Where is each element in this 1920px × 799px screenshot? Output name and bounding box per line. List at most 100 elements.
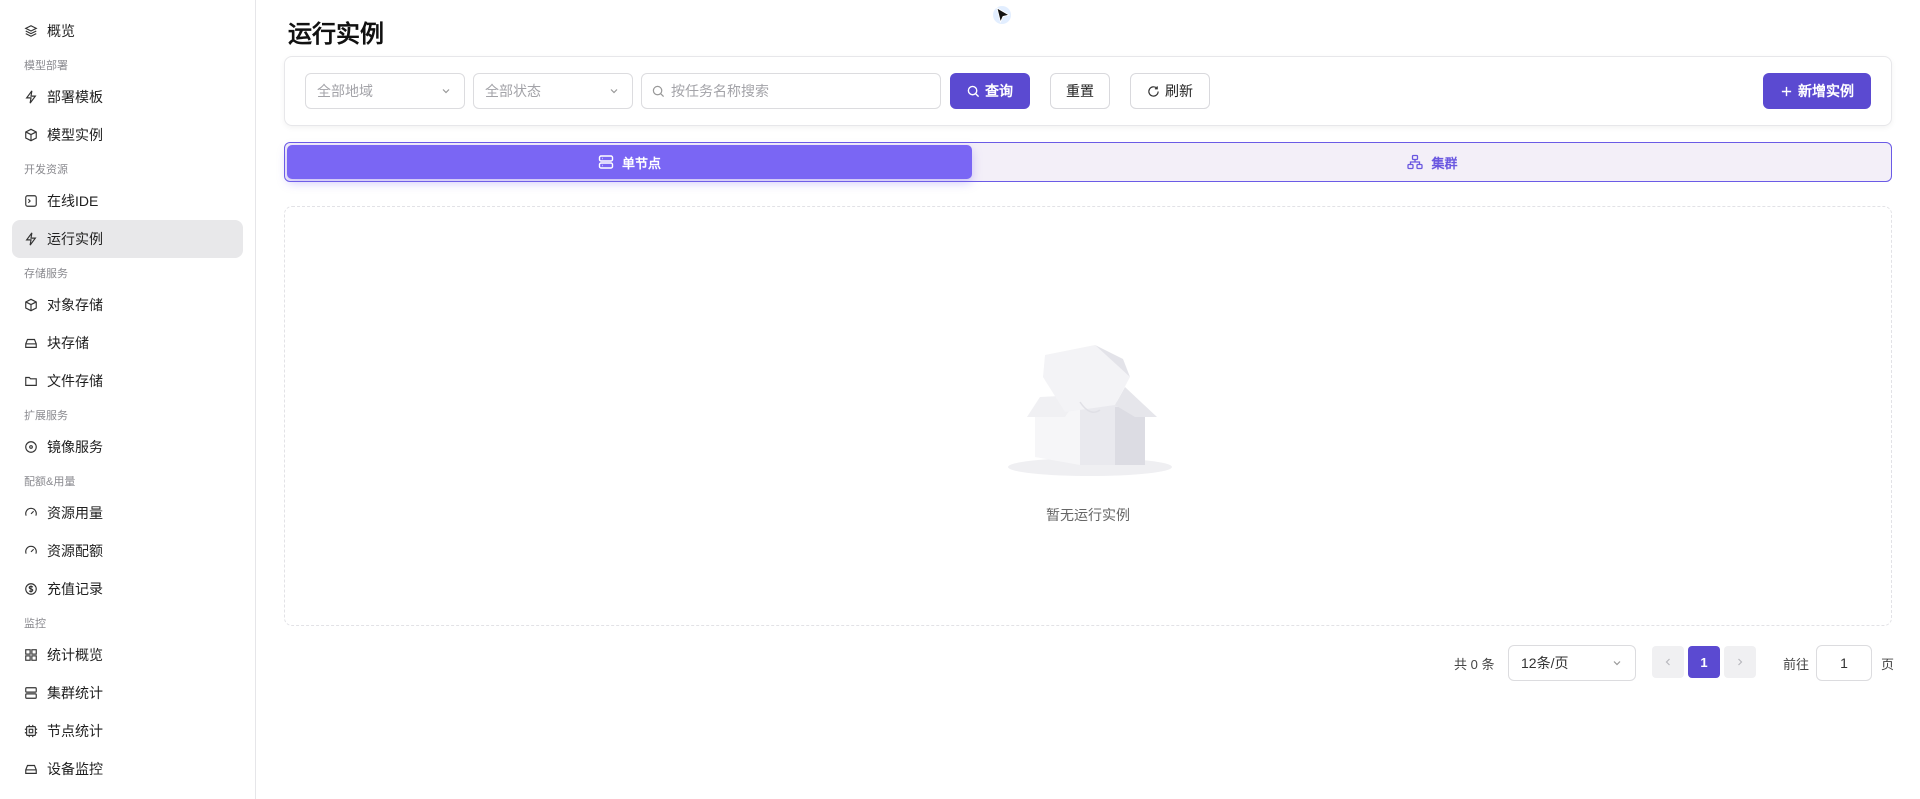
tab-label: 单节点 [621,155,661,171]
server-icon [598,155,614,169]
reset-button[interactable]: 重置 [1050,73,1110,109]
page-size-value: 12条/页 [1521,655,1569,671]
search-icon [652,85,665,97]
chevron-down-icon [1613,661,1621,666]
sidebar-item-label: 模型实例 [47,127,103,143]
sidebar-item-resource-quota[interactable]: 资源配额 [12,532,243,570]
sidebar-group-title: 配额&用量 [24,476,76,488]
status-select[interactable]: 全部状态 [473,73,633,109]
filter-bar: 全部地域 全部状态 查询 重置 刷新 新增实例 [284,56,1892,126]
sidebar-group-title: 存储服务 [24,268,68,280]
pagination-total: 共 0 条 [1454,657,1495,672]
tab-label: 集群 [1431,155,1458,171]
sidebar-item-label: 文件存储 [47,373,103,389]
query-button[interactable]: 查询 [950,73,1030,109]
search-input[interactable] [671,83,921,99]
region-select-value: 全部地域 [317,83,373,99]
sidebar-item-file-storage[interactable]: 文件存储 [12,362,243,400]
mouse-cursor-icon [993,6,1011,24]
folder-icon [24,374,38,388]
sidebar-item-label: 在线IDE [47,193,99,209]
gauge-icon [24,506,38,520]
empty-box-illustration [1008,345,1172,476]
sidebar-item-label: 块存储 [47,335,89,351]
cpu-icon [24,724,38,738]
sidebar-item-online-ide[interactable]: 在线IDE [12,182,243,220]
sidebar-item-stats-overview[interactable]: 统计概览 [12,636,243,674]
sidebar-item-block-storage[interactable]: 块存储 [12,324,243,362]
sidebar-item-device-monitor[interactable]: 设备监控 [12,750,243,788]
view-tabs: 单节点 集群 [284,142,1892,182]
region-select[interactable]: 全部地域 [305,73,465,109]
sidebar-item-resource-usage[interactable]: 资源用量 [12,494,243,532]
refresh-button[interactable]: 刷新 [1130,73,1210,109]
reset-button-label: 重置 [1066,83,1094,99]
network-icon [1407,154,1424,170]
refresh-button-label: 刷新 [1165,83,1193,99]
sidebar-group-title: 监控 [24,618,46,630]
sidebar-group-title: 开发资源 [24,164,68,176]
bolt-icon [24,90,38,104]
sidebar-group-title: 模型部署 [24,60,68,72]
add-instance-button-label: 新增实例 [1798,83,1854,99]
page-size-select[interactable]: 12条/页 [1508,645,1636,681]
sidebar-item-model-instance[interactable]: 模型实例 [12,116,243,154]
search-icon [967,85,980,97]
hard-drive-icon [24,336,38,350]
sidebar-item-label: 资源用量 [47,505,103,521]
sidebar-item-cluster-stats[interactable]: 集群统计 [12,674,243,712]
refresh-icon [1148,85,1159,97]
sidebar-group-title: 扩展服务 [24,410,68,422]
sidebar-item-label: 资源配额 [47,543,103,559]
chevron-left-icon [1665,658,1670,666]
sidebar-item-recharge-record[interactable]: 充值记录 [12,570,243,608]
search-box [641,73,941,109]
sidebar-item-label: 设备监控 [47,761,103,777]
sidebar-item-overview[interactable]: 概览 [12,12,243,50]
sidebar-item-running-instance[interactable]: 运行实例 [12,220,243,258]
empty-state-panel: 暂无运行实例 [284,206,1892,626]
terminal-icon [24,194,38,208]
chevron-down-icon [610,89,618,94]
sidebar-item-label: 镜像服务 [47,439,103,455]
cube-icon [24,128,38,142]
hard-drive-icon [24,762,38,776]
next-page-button[interactable] [1724,646,1756,678]
dollar-circle-icon [24,582,38,596]
plus-icon [1781,86,1792,96]
main-content: 运行实例 全部地域 全部状态 查询 重置 刷新 新增实例 [256,0,1920,799]
sidebar-item-label: 运行实例 [47,231,103,247]
sidebar-item-label: 对象存储 [47,297,103,313]
page-title: 运行实例 [288,21,384,48]
bolt-icon [24,232,38,246]
tab-cluster[interactable]: 集群 [975,145,1890,179]
page-button[interactable]: 1 [1688,646,1720,678]
layers-icon [24,24,38,38]
sidebar-item-object-storage[interactable]: 对象存储 [12,286,243,324]
sidebar-item-label: 充值记录 [47,581,103,597]
empty-state-text: 暂无运行实例 [1046,507,1130,523]
sidebar-item-label: 概览 [47,23,75,39]
box-icon [24,298,38,312]
grid-icon [24,648,38,662]
goto-suffix: 页 [1881,657,1895,672]
sidebar-item-label: 集群统计 [47,685,103,701]
goto-page-input[interactable] [1816,645,1872,681]
server-icon [24,686,38,700]
gauge-icon [24,544,38,558]
query-button-label: 查询 [985,83,1013,99]
sidebar-item-node-stats[interactable]: 节点统计 [12,712,243,750]
prev-page-button[interactable] [1652,646,1684,678]
disc-icon [24,440,38,454]
add-instance-button[interactable]: 新增实例 [1763,73,1871,109]
chevron-down-icon [442,89,450,94]
sidebar-item-label: 统计概览 [47,647,103,663]
sidebar-item-label: 节点统计 [47,723,103,739]
sidebar: 概览 模型部署 部署模板 模型实例 开发资源 在线IDE 运行实例 存储服务 对… [0,0,256,799]
sidebar-item-image-service[interactable]: 镜像服务 [12,428,243,466]
goto-prefix: 前往 [1783,657,1810,672]
tab-single-node[interactable]: 单节点 [287,145,972,179]
chevron-right-icon [1738,658,1743,666]
sidebar-item-deploy-template[interactable]: 部署模板 [12,78,243,116]
sidebar-item-label: 部署模板 [47,89,103,105]
